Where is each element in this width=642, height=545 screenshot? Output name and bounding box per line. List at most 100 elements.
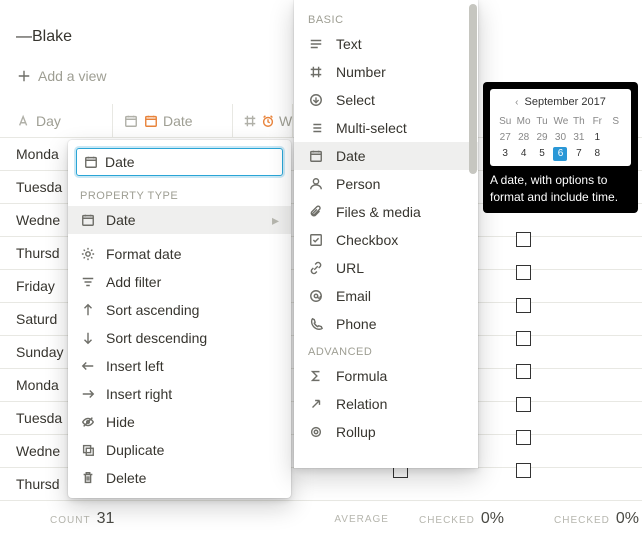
add-view-label: Add a view	[38, 68, 106, 84]
add-filter-item[interactable]: Add filter	[68, 268, 291, 296]
menu-label: Sort ascending	[106, 302, 199, 318]
plus-icon	[16, 68, 32, 84]
type-number[interactable]: Number	[294, 58, 478, 86]
arrow-down-icon	[80, 330, 96, 346]
type-email[interactable]: Email	[294, 282, 478, 310]
insert-left-item[interactable]: Insert left	[68, 352, 291, 380]
footer-checked-1[interactable]: CHECKED 0%	[419, 510, 504, 528]
number-icon	[243, 113, 257, 129]
checkbox[interactable]	[516, 364, 531, 379]
sort-ascending-item[interactable]: Sort ascending	[68, 296, 291, 324]
menu-label: Hide	[106, 414, 135, 430]
menu-label: Phone	[336, 316, 376, 332]
type-checkbox[interactable]: Checkbox	[294, 226, 478, 254]
property-name-input[interactable]: Date	[76, 148, 283, 176]
footer-count[interactable]: COUNT 31	[50, 510, 114, 528]
person-icon	[308, 176, 324, 192]
sort-descending-item[interactable]: Sort descending	[68, 324, 291, 352]
text-type-icon	[16, 113, 32, 129]
checkbox[interactable]	[516, 331, 531, 346]
menu-label: Format date	[106, 246, 181, 262]
email-icon	[308, 288, 324, 304]
paperclip-icon	[308, 204, 324, 220]
menu-label: Person	[336, 176, 380, 192]
add-view-button[interactable]: Add a view	[16, 68, 106, 84]
footer-label: COUNT	[50, 515, 91, 526]
footer-label: CHECKED	[419, 515, 475, 526]
duplicate-item[interactable]: Duplicate	[68, 436, 291, 464]
column-context-menu: Date PROPERTY TYPE Date ▸ Format date Ad…	[68, 140, 291, 498]
scrollbar[interactable]	[469, 4, 477, 174]
checkbox[interactable]	[516, 265, 531, 280]
sigma-icon	[308, 368, 324, 384]
menu-label: URL	[336, 260, 364, 276]
section-advanced: ADVANCED	[294, 338, 478, 362]
checkbox-icon	[308, 232, 324, 248]
checkbox[interactable]	[516, 463, 531, 478]
menu-label: Duplicate	[106, 442, 164, 458]
page-title-quote: —Blake	[16, 28, 72, 46]
type-rollup[interactable]: Rollup	[294, 418, 478, 446]
footer-value: 0%	[616, 510, 639, 528]
column-day[interactable]: Day	[0, 104, 113, 137]
calendar-icon	[308, 148, 324, 164]
type-phone[interactable]: Phone	[294, 310, 478, 338]
menu-label: Multi-select	[336, 120, 407, 136]
type-select[interactable]: Select	[294, 86, 478, 114]
section-basic: BASIC	[294, 6, 478, 30]
select-icon	[308, 92, 324, 108]
type-formula[interactable]: Formula	[294, 362, 478, 390]
number-icon	[308, 64, 324, 80]
type-date[interactable]: Date	[294, 142, 478, 170]
delete-item[interactable]: Delete	[68, 464, 291, 492]
checkbox[interactable]	[516, 397, 531, 412]
menu-label: Formula	[336, 368, 387, 384]
tooltip-text: A date, with options to format and inclu…	[490, 172, 631, 206]
checkbox[interactable]	[516, 430, 531, 445]
calendar-row: 27282930311	[494, 130, 627, 146]
gear-icon	[80, 246, 96, 262]
trash-icon	[80, 470, 96, 486]
link-icon	[308, 260, 324, 276]
type-text[interactable]: Text	[294, 30, 478, 58]
input-value: Date	[105, 154, 135, 170]
calendar-row: 345678	[494, 146, 627, 162]
relation-icon	[308, 396, 324, 412]
property-type-select[interactable]: Date ▸	[68, 206, 291, 234]
phone-icon	[308, 316, 324, 332]
hide-item[interactable]: Hide	[68, 408, 291, 436]
checkbox[interactable]	[516, 232, 531, 247]
column-date[interactable]: Date	[113, 104, 233, 137]
column-week[interactable]: W	[233, 104, 293, 137]
menu-label: Text	[336, 36, 362, 52]
menu-label: Email	[336, 288, 371, 304]
type-person[interactable]: Person	[294, 170, 478, 198]
format-date-item[interactable]: Format date	[68, 240, 291, 268]
insert-right-item[interactable]: Insert right	[68, 380, 291, 408]
chevron-right-icon: ▸	[272, 212, 279, 229]
filter-icon	[80, 274, 96, 290]
checkbox[interactable]	[516, 298, 531, 313]
column-label: Date	[163, 113, 193, 129]
calendar-icon	[143, 113, 159, 129]
type-multi-select[interactable]: Multi-select	[294, 114, 478, 142]
footer-checked-2[interactable]: CHECKED 0%	[554, 510, 639, 528]
calendar-weekdays: SuMoTuWeThFrS	[494, 114, 627, 130]
list-icon	[308, 120, 324, 136]
calendar-icon	[83, 154, 99, 170]
footer-label: CHECKED	[554, 515, 610, 526]
mini-calendar: ‹ September 2017 SuMoTuWeThFrS 272829303…	[490, 89, 631, 166]
footer-average[interactable]: AVERAGE	[334, 514, 389, 525]
duplicate-icon	[80, 442, 96, 458]
column-label: W	[279, 113, 292, 129]
calendar-icon	[123, 113, 139, 129]
type-files[interactable]: Files & media	[294, 198, 478, 226]
footer-label: AVERAGE	[334, 514, 389, 525]
menu-label: Files & media	[336, 204, 421, 220]
calendar-month: September 2017	[525, 95, 606, 110]
date-type-tooltip: ‹ September 2017 SuMoTuWeThFrS 272829303…	[483, 82, 638, 213]
rollup-icon	[308, 424, 324, 440]
type-url[interactable]: URL	[294, 254, 478, 282]
arrow-left-icon	[80, 358, 96, 374]
type-relation[interactable]: Relation	[294, 390, 478, 418]
